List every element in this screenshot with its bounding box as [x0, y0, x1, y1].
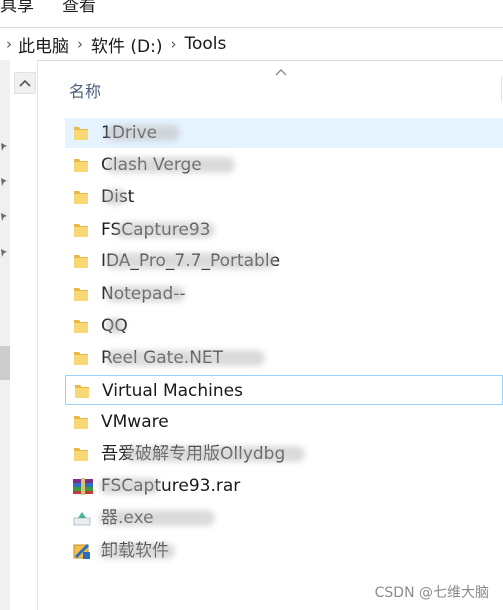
ribbon-tabs: 具享 查看: [0, 0, 503, 22]
folder-icon: [73, 252, 89, 270]
nav-scroll-thumb[interactable]: [0, 346, 10, 380]
breadcrumb-this-pc[interactable]: 此电脑: [18, 32, 69, 57]
file-row[interactable]: Virtual Machines: [65, 375, 503, 405]
redaction-blur: [105, 125, 180, 141]
redaction-blur: [99, 543, 175, 559]
file-name: VMware: [101, 412, 169, 432]
redaction-blur: [105, 286, 185, 302]
folder-icon: [73, 317, 89, 335]
navigation-pane: [0, 60, 38, 610]
folder-icon: [73, 349, 89, 367]
address-bar[interactable]: › 此电脑 › 软件 (D:) › Tools: [0, 27, 503, 61]
folder-icon: [73, 188, 89, 206]
redaction-blur: [105, 157, 235, 173]
file-row[interactable]: IDA_Pro_7.7_Portable: [65, 246, 503, 276]
nav-scroll-up-button[interactable]: [14, 72, 36, 94]
file-name: Virtual Machines: [102, 381, 243, 401]
column-divider[interactable]: [501, 76, 502, 102]
redaction-blur: [105, 253, 275, 269]
redaction-blur: [105, 350, 265, 366]
file-row[interactable]: FSCapture93: [65, 215, 503, 245]
file-row[interactable]: Clash Verge: [65, 150, 503, 180]
folder-icon: [73, 445, 89, 463]
ribbon-tab-share[interactable]: 具享: [0, 0, 34, 16]
sort-ascending-icon: [275, 69, 287, 76]
watermark: CSDN @七维大脑: [374, 585, 489, 601]
file-row[interactable]: QQ: [65, 311, 503, 341]
file-list: 名称 1DriveClash VergeDistFSCapture93IDA_P…: [39, 60, 503, 610]
redaction-blur: [125, 446, 305, 462]
rar-archive-icon: [73, 477, 93, 495]
pane-divider[interactable]: [37, 60, 38, 610]
pin-icon: [1, 213, 7, 221]
folder-icon: [73, 285, 89, 303]
breadcrumb: › 此电脑 › 软件 (D:) › Tools: [0, 28, 226, 60]
file-row[interactable]: Reel Gate.NET: [65, 343, 503, 373]
file-row[interactable]: 器.exe: [65, 503, 503, 533]
redaction-blur: [105, 318, 125, 334]
redaction-blur: [103, 189, 127, 205]
file-row[interactable]: 1Drive: [65, 118, 503, 148]
folder-icon: [73, 124, 89, 142]
column-header-name[interactable]: 名称: [69, 78, 101, 102]
ribbon-tab-view[interactable]: 查看: [62, 0, 96, 16]
breadcrumb-drive-d[interactable]: 软件 (D:): [91, 32, 163, 57]
file-row[interactable]: FSCapture93.rar: [65, 471, 503, 501]
breadcrumb-separator[interactable]: ›: [69, 35, 91, 53]
breadcrumb-tools[interactable]: Tools: [185, 34, 227, 54]
exe-file-icon: [73, 509, 91, 527]
file-row[interactable]: Dist: [65, 182, 503, 212]
breadcrumb-separator[interactable]: ›: [163, 35, 185, 53]
uninstaller-icon: [73, 542, 90, 560]
file-row[interactable]: 卸载软件: [65, 536, 503, 566]
chevron-up-icon: [19, 79, 31, 87]
redaction-blur: [99, 478, 160, 494]
file-row[interactable]: 吾爱破解专用版Ollydbg: [65, 439, 503, 469]
pin-icon: [1, 143, 7, 151]
folder-icon: [73, 413, 89, 431]
redaction-blur: [115, 222, 215, 238]
folder-icon: [74, 382, 90, 400]
folder-icon: [73, 221, 89, 239]
folder-icon: [73, 156, 89, 174]
file-row[interactable]: VMware: [65, 407, 503, 437]
pin-icon: [1, 249, 7, 257]
file-row[interactable]: Notepad--: [65, 279, 503, 309]
breadcrumb-separator[interactable]: ›: [0, 35, 18, 53]
pin-icon: [1, 178, 7, 186]
redaction-blur: [99, 510, 215, 526]
